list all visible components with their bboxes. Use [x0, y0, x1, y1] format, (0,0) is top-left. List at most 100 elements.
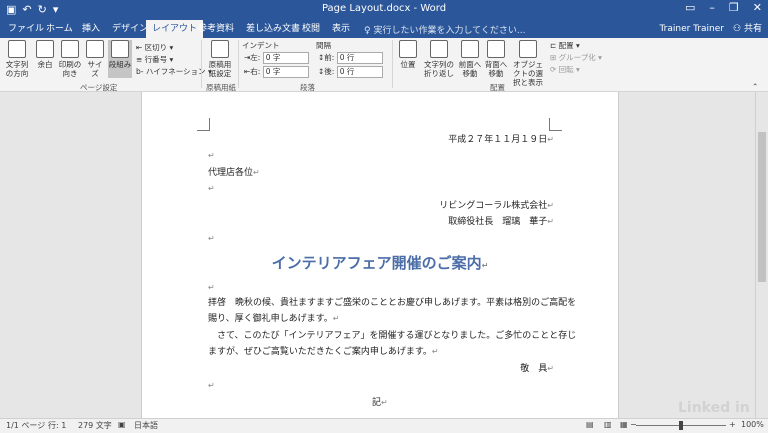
title-bar: ▣ ↶ ↻ ▾ Page Layout.docx - Word ▭ – ❐ ✕: [0, 0, 768, 20]
paragraph-mark: ↵: [547, 217, 554, 226]
manuscript-icon: [211, 40, 229, 58]
paragraph-mark: ↵: [381, 398, 388, 407]
paragraph-mark: ↵: [253, 168, 260, 177]
indent-label: インデント: [242, 41, 280, 50]
zoom-in-icon[interactable]: +: [729, 420, 736, 429]
closing-line: 敬 具↵: [520, 364, 554, 374]
body-line: さて、このたび「インテリアフェア」を開催する運びとなりました。ご多忙のことと存じ: [208, 331, 577, 341]
close-button[interactable]: ✕: [753, 1, 762, 14]
tab-references[interactable]: 参考資料: [192, 20, 240, 38]
tab-insert[interactable]: 挿入: [76, 20, 106, 38]
collapse-ribbon-icon[interactable]: ⌃: [752, 82, 758, 91]
print-layout-icon[interactable]: ▥: [604, 420, 612, 429]
breaks-button[interactable]: ⇤ 区切り ▾: [136, 42, 173, 53]
date-line: 平成２７年１１月１９日↵: [448, 135, 554, 145]
zoom-level[interactable]: 100%: [741, 420, 764, 429]
spacing-before-row: ↕前: 0 行: [318, 52, 383, 64]
manuscript-settings-button[interactable]: 原稿用紙設定: [206, 40, 234, 78]
spacing-after-field[interactable]: 0 行: [336, 66, 383, 78]
ribbon-display-icon[interactable]: ▭: [685, 1, 695, 14]
wrap-text-button[interactable]: 文字列の折り返し: [422, 40, 456, 78]
page-count[interactable]: 1/1 ページ: [6, 420, 45, 431]
selection-pane-button[interactable]: オブジェクトの選択と表示: [510, 40, 546, 87]
tab-review[interactable]: 校閲: [296, 20, 326, 38]
position-button[interactable]: 位置: [396, 40, 420, 69]
margins-icon: [36, 40, 54, 58]
paragraph-mark: ↵: [547, 135, 554, 144]
tell-me-text: 実行したい作業を入力してください...: [373, 26, 526, 36]
hyphenation-icon: b-: [136, 67, 146, 76]
web-layout-icon[interactable]: ▦: [620, 420, 628, 429]
tab-home[interactable]: ホーム: [40, 20, 79, 38]
line-numbers-button[interactable]: ≡ 行番号 ▾: [136, 54, 173, 65]
paragraph-mark: ↵: [208, 283, 215, 292]
vertical-scrollbar[interactable]: [755, 92, 768, 418]
wrap-text-icon: [430, 40, 448, 58]
separator: [238, 40, 239, 88]
orientation-button[interactable]: 印刷の向き: [58, 40, 82, 78]
body-line: ますが、ぜひご高覧いただきたくご案内申しあげます。↵: [208, 347, 439, 357]
group-button[interactable]: ⊞ グループ化 ▾: [550, 52, 602, 63]
page-size-icon: [86, 40, 104, 58]
paragraph-mark: ↵: [208, 184, 215, 193]
document-page[interactable]: 平成２７年１１月１９日↵ ↵ 代理店各位↵ ↵ リビングコーラル株式会社↵ 取締…: [141, 92, 619, 418]
line-numbers-icon: ≡: [136, 55, 145, 64]
proofing-icon[interactable]: ▣: [118, 420, 126, 429]
paragraph-mark: ↵: [481, 261, 489, 270]
paragraph-mark: ↵: [208, 151, 215, 160]
window-title: Page Layout.docx - Word: [321, 3, 447, 14]
word-count[interactable]: 279 文字: [78, 420, 112, 431]
align-button[interactable]: ⊏ 配置 ▾: [550, 40, 580, 51]
crop-mark-top-right: [549, 118, 562, 131]
rotate-icon: ⟳: [550, 65, 559, 74]
text-direction-button[interactable]: 文字列の方向: [4, 40, 30, 78]
bring-forward-button[interactable]: 前面へ移動: [458, 40, 482, 78]
bring-forward-icon: [461, 40, 479, 58]
document-area: 平成２７年１１月１９日↵ ↵ 代理店各位↵ ↵ リビングコーラル株式会社↵ 取締…: [0, 92, 768, 418]
columns-button[interactable]: 段組み: [108, 40, 132, 78]
paragraph-mark: ↵: [547, 201, 554, 210]
indent-right-field[interactable]: 0 字: [262, 66, 309, 78]
size-button[interactable]: サイズ: [84, 40, 106, 78]
group-icon: ⊞: [550, 53, 559, 62]
document-heading: インテリアフェア開催のご案内↵: [271, 254, 489, 272]
crop-mark-top-left: [197, 118, 210, 131]
body-line: 拝啓 晩秋の候、貴社ますますご盛栄のこととお慶び申しあげます。平素は格別のご高配…: [208, 298, 577, 308]
spacing-before-field[interactable]: 0 行: [336, 52, 383, 64]
align-icon: ⊏: [550, 41, 559, 50]
user-name[interactable]: Trainer Trainer: [659, 20, 724, 38]
sender-line: 取締役社長 瑠璃 華子↵: [448, 217, 554, 227]
paragraph-mark: ↵: [431, 347, 439, 356]
tab-view[interactable]: 表示: [326, 20, 356, 38]
breaks-icon: ⇤: [136, 43, 145, 52]
indent-left-row: ⇥左: 0 字: [244, 52, 309, 64]
scrollbar-thumb[interactable]: [758, 132, 766, 282]
paragraph-mark: ↵: [547, 364, 554, 373]
note-line: 記↵: [372, 398, 388, 408]
minimize-button[interactable]: –: [709, 1, 715, 14]
columns-icon: [111, 40, 129, 58]
send-backward-button[interactable]: 背面へ移動: [484, 40, 508, 78]
spacing-label: 間隔: [316, 41, 331, 50]
window-controls: ▭ – ❐ ✕: [685, 1, 762, 14]
rotate-button[interactable]: ⟳ 回転 ▾: [550, 64, 580, 75]
send-backward-icon: [487, 40, 505, 58]
margins-button[interactable]: 余白: [34, 40, 56, 69]
spacing-after-row: ↕後: 0 行: [318, 66, 383, 78]
paragraph-mark: ↵: [332, 314, 340, 323]
share-button[interactable]: ⚇ 共有: [733, 20, 762, 38]
paragraph-mark: ↵: [208, 381, 215, 390]
body-line: 賜り、厚く御礼申しあげます。↵: [208, 314, 340, 324]
text-direction-icon: [8, 40, 26, 58]
ribbon-tabs: ファイル ホーム 挿入 デザイン レイアウト 参考資料 差し込み文書 校閲 表示…: [0, 20, 768, 38]
zoom-slider-knob[interactable]: [679, 421, 683, 430]
position-icon: [399, 40, 417, 58]
company-line: リビングコーラル株式会社↵: [439, 201, 554, 211]
read-mode-icon[interactable]: ▤: [586, 420, 594, 429]
share-label: 共有: [743, 24, 762, 34]
addressee-line: 代理店各位↵: [208, 168, 260, 178]
tell-me-box[interactable]: ♀ 実行したい作業を入力してください...: [364, 23, 526, 36]
restore-button[interactable]: ❐: [729, 1, 739, 14]
language[interactable]: 日本語: [134, 420, 158, 431]
indent-left-field[interactable]: 0 字: [262, 52, 309, 64]
